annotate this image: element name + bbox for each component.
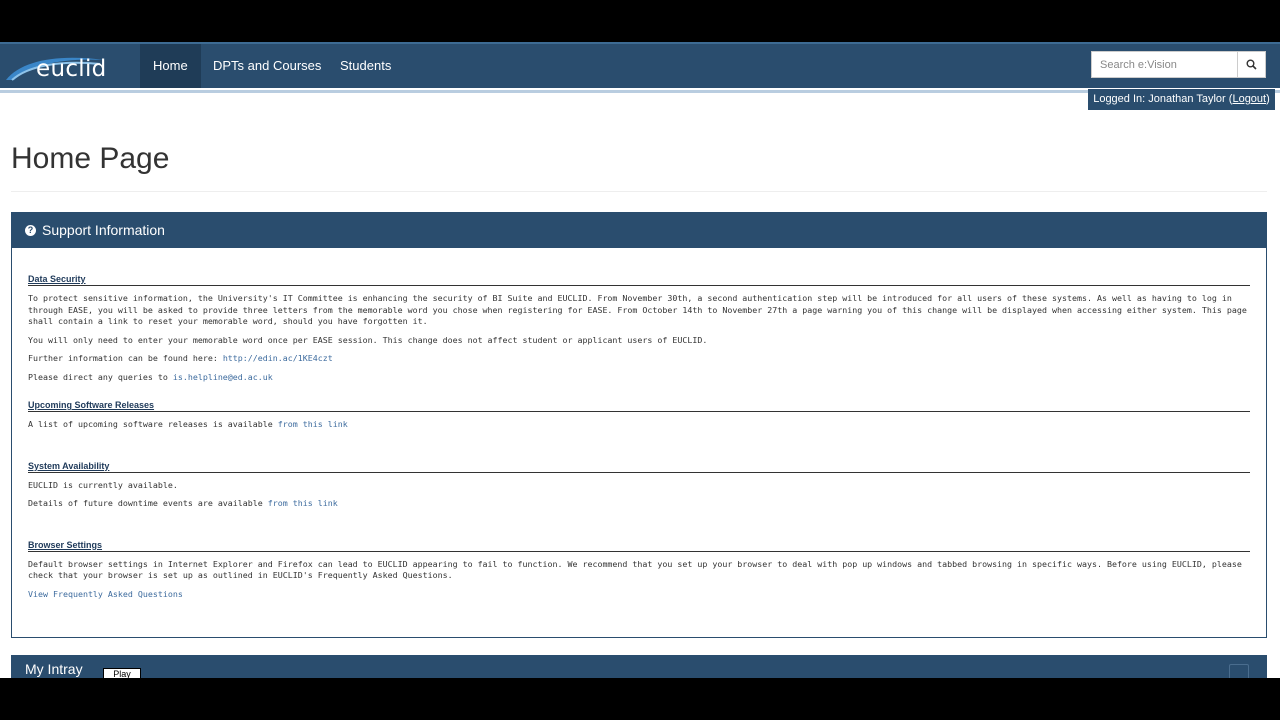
euclid-logo[interactable]: euclid [4, 50, 114, 84]
nav-item-students[interactable]: Students [327, 44, 404, 88]
downtime-text: Details of future downtime events are av… [28, 498, 268, 508]
data-security-paragraph-1: To protect sensitive information, the Un… [28, 293, 1247, 326]
page-title: Home Page [11, 142, 170, 175]
system-availability-paragraph-1: EUCLID is currently available. [28, 479, 178, 490]
software-releases-link[interactable]: from this link [278, 419, 348, 429]
logged-in-label: Logged In: Jonathan Taylor [1093, 93, 1226, 105]
top-navbar: euclid Home DPTs and Courses Students [0, 42, 1280, 93]
support-panel-body: Data Security To protect sensitive infor… [12, 248, 1266, 600]
data-security-paragraph-2: You will only need to enter your memorab… [28, 334, 708, 345]
system-availability-paragraph-2: Details of future downtime events are av… [28, 498, 1250, 510]
logout-link[interactable]: Logout [1232, 93, 1266, 105]
further-info-text: Further information can be found here: [28, 353, 223, 363]
further-info-link[interactable]: http://edin.ac/1KE4czt [223, 353, 333, 363]
section-title-system-availability: System Availability [28, 461, 1250, 473]
section-title-software-releases: Upcoming Software Releases [28, 400, 1250, 412]
logout-close-paren: ) [1266, 93, 1270, 105]
nav-item-dpts-and-courses[interactable]: DPTs and Courses [200, 44, 334, 88]
login-status-bar: Logged In: Jonathan Taylor (Logout) [1088, 89, 1275, 110]
support-information-panel: ? Support Information Data Security To pr… [11, 212, 1267, 638]
page: euclid Home DPTs and Courses Students Lo… [0, 42, 1280, 678]
software-releases-paragraph: A list of upcoming software releases is … [28, 419, 1250, 431]
faq-link[interactable]: View Frequently Asked Questions [28, 589, 1250, 601]
search-button[interactable] [1237, 52, 1265, 77]
browser-settings-paragraph: Default browser settings in Internet Exp… [28, 558, 1242, 581]
downtime-link[interactable]: from this link [268, 498, 338, 508]
my-intray-panel: My Intray Play [11, 655, 1267, 678]
search-box [1091, 51, 1266, 78]
section-title-data-security: Data Security [28, 274, 1250, 286]
play-button[interactable]: Play [103, 668, 141, 678]
queries-text: Please direct any queries to [28, 371, 173, 382]
helpline-email-link[interactable]: is.helpline@ed.ac.uk [173, 372, 273, 382]
search-input[interactable] [1092, 52, 1238, 77]
my-intray-title: My Intray [25, 661, 83, 677]
logo-text: euclid [36, 56, 107, 82]
data-security-paragraph-4: Please direct any queries to is.helpline… [28, 372, 1250, 384]
title-divider [11, 191, 1267, 192]
section-title-browser-settings: Browser Settings [28, 540, 1250, 552]
software-releases-text: A list of upcoming software releases is … [28, 419, 278, 429]
search-icon [1246, 59, 1257, 70]
support-panel-title: Support Information [42, 222, 165, 238]
support-panel-header: ? Support Information [12, 213, 1266, 248]
question-circle-icon: ? [25, 224, 36, 236]
nav-item-home[interactable]: Home [140, 44, 201, 88]
data-security-paragraph-3: Further information can be found here: h… [28, 353, 1250, 365]
collapse-button[interactable] [1229, 664, 1249, 678]
